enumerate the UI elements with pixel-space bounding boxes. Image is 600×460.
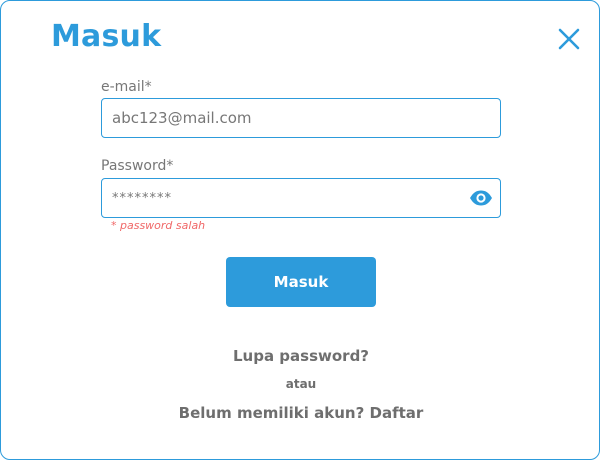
password-input[interactable] [101,178,501,218]
register-link[interactable]: Belum memiliki akun? Daftar [1,404,600,422]
dialog-title: Masuk [51,19,162,54]
forgot-password-link[interactable]: Lupa password? [1,347,600,365]
password-label: Password* [101,158,174,174]
or-separator: atau [285,377,317,391]
close-button[interactable] [557,27,581,51]
password-error: * password salah [111,219,206,232]
email-input[interactable] [101,98,501,138]
eye-icon[interactable] [469,189,493,207]
close-icon[interactable] [557,27,581,51]
password-visibility-toggle[interactable] [469,189,493,207]
login-button[interactable]: Masuk [226,257,376,307]
login-dialog: Masuk e-mail* Password* * password salah… [0,0,600,460]
email-label: e-mail* [101,79,152,95]
